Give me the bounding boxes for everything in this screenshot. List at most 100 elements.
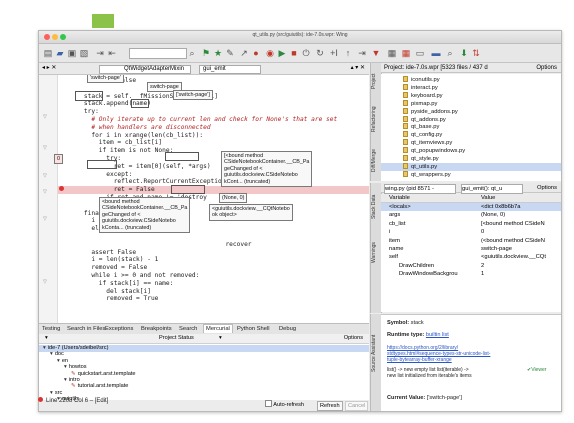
record-icon[interactable]: ◉ xyxy=(265,48,275,58)
step-into-icon[interactable]: +I xyxy=(329,48,339,58)
code-line: del stack[i] xyxy=(69,287,151,295)
code-line: item = cb_list[i] xyxy=(69,139,163,147)
search-input[interactable] xyxy=(129,48,187,59)
source-assistant: Symbol: stack Runtime type: builtin list… xyxy=(381,314,561,411)
step-out-icon[interactable]: ↑ xyxy=(343,48,353,58)
layout-icon[interactable]: ▦ xyxy=(401,48,411,58)
monitor-icon[interactable]: ▬ xyxy=(431,48,441,58)
tab-search-in-files[interactable]: Search in Files xyxy=(67,325,105,333)
mercurial-tree[interactable]: ▾ ide-7 (Users/sdeibel/src) ▾ doc ▾ en ▾ howtos… xyxy=(39,344,369,400)
tab-exceptions[interactable]: Exceptions xyxy=(105,325,133,333)
step-over-icon[interactable]: ↻ xyxy=(315,48,325,58)
code-editor[interactable]: ▽ ▽ ▽ ▽ ▽ ▽ return False stack = self.__… xyxy=(39,75,369,323)
collapse-icon[interactable]: ▾ xyxy=(45,334,48,343)
stop-icon[interactable]: ■ xyxy=(289,48,299,58)
outdent-icon[interactable]: ⇤ xyxy=(107,48,117,58)
new-file-icon[interactable]: ▤ xyxy=(43,48,53,58)
tab-warnings[interactable]: Warnings xyxy=(371,235,381,271)
tab-testing[interactable]: Testing xyxy=(42,325,60,333)
python-file-icon xyxy=(403,83,408,90)
tab-diff-merge[interactable]: Diff/Merge xyxy=(371,143,381,179)
stack-data-table[interactable]: Variable Value <locals> <dict 0x8b6b7a arg… xyxy=(381,194,561,312)
stack-row[interactable]: self <guiutils.dockview.__CQt xyxy=(381,253,561,261)
stack-row[interactable]: DrawWindowBackgrou 1 xyxy=(381,270,561,278)
refresh-icon[interactable]: ⇅ xyxy=(471,48,481,58)
tab-debug[interactable]: Debug xyxy=(279,325,296,333)
current-value-row: Current Value: ['switch-page'] xyxy=(387,395,462,401)
project-header: Project: ide-7.0s.wpr [5323 files / 437 … xyxy=(381,63,561,73)
stack-row[interactable]: name switch-page xyxy=(381,245,561,253)
fold-marker[interactable]: ▽ xyxy=(43,279,47,285)
tab-search[interactable]: Search xyxy=(179,325,197,333)
column-value[interactable]: Value xyxy=(481,194,495,202)
stack-row[interactable]: args (None, 0) xyxy=(381,211,561,219)
stack-row[interactable]: i0 xyxy=(381,228,561,236)
run-icon[interactable]: ▶ xyxy=(277,48,287,58)
column-variable[interactable]: Variable xyxy=(389,194,410,202)
fold-marker[interactable]: ▽ xyxy=(43,145,47,151)
breakpoint-marker[interactable] xyxy=(59,186,64,191)
breakpoint-icon[interactable]: ▼ xyxy=(371,48,381,58)
doc-description: list() -> new empty list list(iterable) … xyxy=(387,367,472,379)
goto-icon[interactable]: ↗ xyxy=(239,48,249,58)
python-file-icon xyxy=(403,91,408,98)
code-line: removed = True xyxy=(69,295,159,303)
ide-window: qt_utils.py (src/guiutils): ide-7.0s.wpr… xyxy=(38,30,562,412)
cancel-button[interactable]: Cancel xyxy=(345,401,369,411)
fold-marker[interactable]: ▽ xyxy=(43,173,47,179)
save-icon[interactable]: ▣ xyxy=(67,48,77,58)
pause-icon[interactable]: ⏻ xyxy=(301,48,311,58)
stack-column-headers: Variable Value xyxy=(381,194,561,203)
tab-project[interactable]: Project xyxy=(371,67,381,95)
open-folder-icon[interactable]: ▰ xyxy=(55,48,65,58)
continue-icon[interactable]: ⇥ xyxy=(357,48,367,58)
search-icon[interactable]: ⌕ xyxy=(187,48,197,58)
project-file-item[interactable]: qt_wrappers.py xyxy=(403,170,451,180)
save-all-icon[interactable]: ▧ xyxy=(79,48,89,58)
download-icon[interactable]: ⬇ xyxy=(459,48,469,58)
tab-source-assistant[interactable]: Source Assistant xyxy=(371,318,381,388)
tab-mercurial[interactable]: Mercurial xyxy=(203,324,233,333)
frame-select[interactable]: gui_emit(): qt_u xyxy=(461,184,523,194)
tab-breakpoints[interactable]: Breakpoints xyxy=(141,325,172,333)
editor-nav-arrows[interactable]: ◂ ▸ ✕ xyxy=(42,64,56,71)
stack-row[interactable]: <locals> <dict 0x8b6b7a xyxy=(381,203,561,211)
function-scope-select[interactable]: gui_emit xyxy=(199,65,261,74)
indent-icon[interactable]: ⇥ xyxy=(95,48,105,58)
project-options-button[interactable]: Options xyxy=(536,63,557,73)
auto-refresh-checkbox[interactable]: Auto-refresh xyxy=(265,400,304,410)
debug-icon[interactable]: ● xyxy=(251,48,261,58)
stack-row[interactable]: item (<bound method CSideN xyxy=(381,237,561,245)
vcs-tree-item[interactable]: ✎ tutorial.arst.template xyxy=(71,383,128,390)
process-select[interactable]: wing.py (pid 8571 - xyxy=(384,184,456,194)
vcs-tree-item[interactable]: ✎ quickstart.arst.template xyxy=(71,371,136,378)
expand-arrow-icon: ▾ xyxy=(43,345,46,351)
stack-row[interactable]: cb_list [<bound method CSideN xyxy=(381,220,561,228)
watch-icon[interactable]: ⚑ xyxy=(201,48,211,58)
fold-marker[interactable]: ▽ xyxy=(43,114,47,120)
step-icon[interactable]: ✎ xyxy=(225,48,235,58)
status-bar: Line 2208 Col 6 – [Edit] xyxy=(38,397,108,404)
viewer-badge[interactable]: ✔Viewer xyxy=(527,367,546,373)
split-icon[interactable]: ▭ xyxy=(415,48,425,58)
terminal-icon[interactable]: ▦ xyxy=(387,48,397,58)
vcs-tree-item[interactable]: ▾ ide-7 (Users/sdeibel/src) xyxy=(39,345,369,352)
find-icon[interactable]: ⌕ xyxy=(445,48,455,58)
class-scope-select[interactable]: QtWidgetAdapterMixin xyxy=(99,65,191,74)
project-tree[interactable]: iconutils.py interact.py keyboard.py pixmap… xyxy=(381,74,561,181)
stack-options-button[interactable]: Options xyxy=(537,183,557,193)
refresh-button[interactable]: Refresh xyxy=(317,401,343,411)
docs-link[interactable]: https://docs.python.org/2/library/ stdty… xyxy=(387,345,490,363)
stack-row[interactable]: DrawChildren 2 xyxy=(381,262,561,270)
python-file-icon xyxy=(403,139,408,146)
tab-refactoring[interactable]: Refactoring xyxy=(371,99,381,139)
fold-marker[interactable]: ▽ xyxy=(43,216,47,222)
tab-python-shell[interactable]: Python Shell xyxy=(237,325,270,333)
editor-options-icon[interactable]: ▴ ▾ ✕ xyxy=(351,64,365,71)
fold-marker[interactable]: ▽ xyxy=(43,189,47,195)
star-icon[interactable]: ★ xyxy=(213,48,223,58)
tab-stack-data[interactable]: Stack Data xyxy=(371,187,381,227)
mercurial-options-button[interactable]: Options xyxy=(344,334,363,343)
chevron-down-icon[interactable]: ▾ xyxy=(219,334,222,343)
python-file-icon xyxy=(403,170,408,177)
